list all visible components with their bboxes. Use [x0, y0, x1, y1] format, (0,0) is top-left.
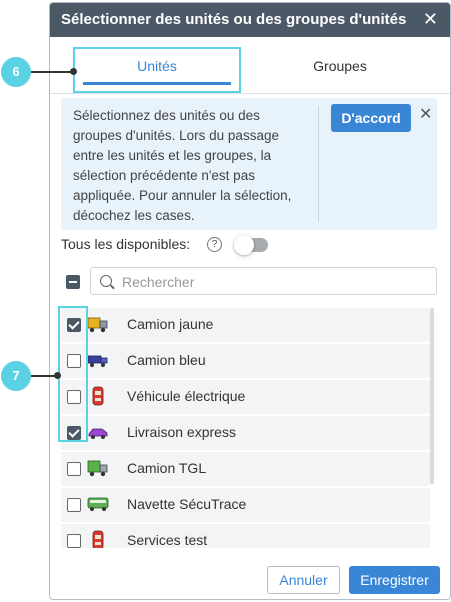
info-text: Sélectionnez des unités ou des groupes d…	[73, 108, 292, 223]
tab-units[interactable]: Unités	[73, 47, 241, 93]
tab-groups[interactable]: Groupes	[256, 47, 424, 93]
dialog-title: Sélectionner des unités ou des groupes d…	[61, 11, 407, 28]
unit-name: Camion TGL	[127, 460, 207, 476]
save-button[interactable]: Enregistrer	[349, 566, 440, 594]
callout-6-dot	[70, 68, 77, 75]
unit-name: Camion jaune	[127, 316, 214, 332]
all-available-toggle[interactable]	[234, 235, 268, 255]
blue-truck-icon	[87, 350, 109, 370]
callout-7-dot	[54, 372, 61, 379]
unit-name: Véhicule électrique	[127, 388, 246, 404]
red-car-icon	[87, 530, 109, 548]
all-available-label: Tous les disponibles:	[61, 236, 191, 252]
info-divider	[318, 106, 319, 222]
help-icon[interactable]: ?	[207, 237, 222, 252]
ok-button[interactable]: D'accord	[331, 104, 411, 132]
select-all-checkbox[interactable]	[66, 275, 80, 289]
unit-checkbox[interactable]	[67, 534, 81, 548]
green-truck-icon	[87, 458, 109, 478]
list-item[interactable]: Livraison express	[61, 416, 430, 450]
unit-list: Camion jaune Camion bleu Véhicule électriq…	[61, 308, 430, 548]
purple-car-icon	[87, 422, 109, 442]
unit-name: Livraison express	[127, 424, 236, 440]
unit-name: Camion bleu	[127, 352, 206, 368]
callout-7-badge: 7	[1, 361, 31, 391]
unit-checkbox[interactable]	[67, 462, 81, 476]
list-item[interactable]: Véhicule électrique	[61, 380, 430, 414]
list-scrollbar[interactable]	[430, 308, 434, 484]
info-close-icon[interactable]: ✕	[419, 104, 432, 124]
unit-selection-dialog: Sélectionner des unités ou des groupes d…	[49, 2, 451, 600]
list-item[interactable]: Camion TGL	[61, 452, 430, 486]
yellow-truck-icon	[87, 314, 109, 334]
list-item[interactable]: Services test	[61, 524, 430, 548]
tab-units-label: Unités	[137, 58, 177, 74]
unit-checkbox[interactable]	[67, 498, 81, 512]
unit-name: Services test	[127, 532, 208, 548]
dialog-titlebar: Sélectionner des unités ou des groupes d…	[50, 3, 450, 37]
checkbox-column-highlight	[58, 306, 88, 442]
list-item[interactable]: Camion bleu	[61, 344, 430, 378]
search-icon	[100, 275, 112, 287]
close-icon[interactable]: ✕	[423, 10, 438, 28]
list-item[interactable]: Navette SécuTrace	[61, 488, 430, 522]
unit-name: Navette SécuTrace	[127, 496, 247, 512]
callout-6-line	[31, 71, 73, 73]
list-item[interactable]: Camion jaune	[61, 308, 430, 342]
cancel-button[interactable]: Annuler	[267, 566, 340, 594]
toggle-knob	[234, 235, 254, 255]
tab-groups-label: Groupes	[313, 58, 367, 74]
green-bus-icon	[87, 494, 109, 514]
search-placeholder: Rechercher	[122, 274, 195, 290]
red-car-icon	[87, 386, 109, 406]
callout-6-badge: 6	[1, 57, 31, 87]
tabs-divider	[50, 93, 450, 94]
info-banner: Sélectionnez des unités ou des groupes d…	[61, 98, 437, 230]
active-tab-indicator	[83, 82, 231, 85]
search-input[interactable]: Rechercher	[90, 267, 437, 295]
